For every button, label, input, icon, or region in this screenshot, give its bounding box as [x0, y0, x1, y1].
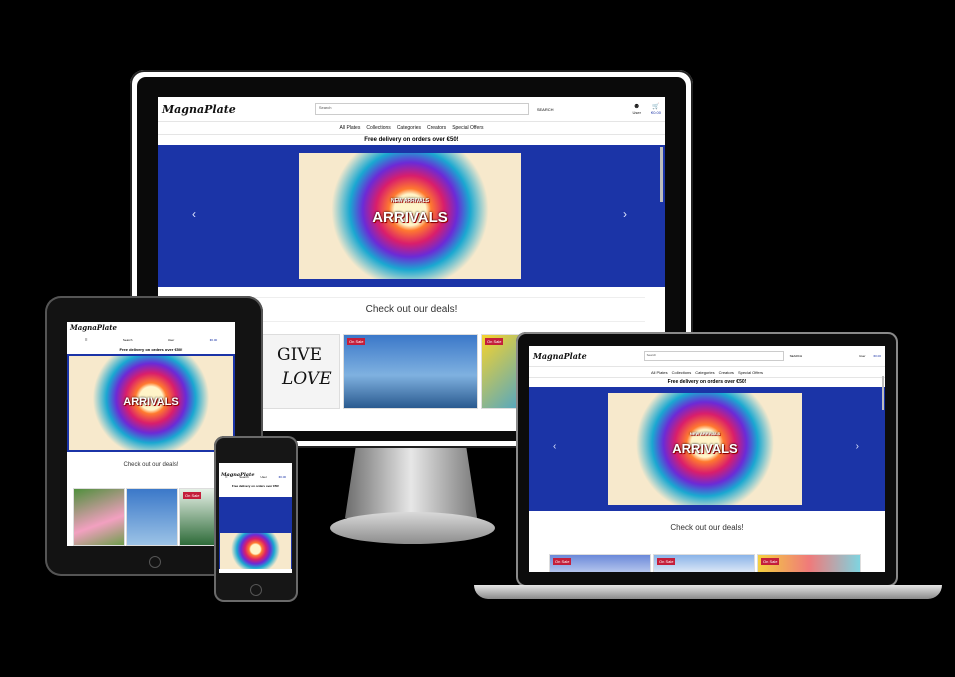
user-label[interactable]: User	[859, 354, 865, 358]
hero-carousel: ARRIVALS NEW ARRIVALS ‹ ›	[529, 387, 885, 511]
hero-image: ARRIVALS	[69, 356, 233, 450]
nav-creators[interactable]: Creators	[719, 370, 734, 375]
hero-subtitle: NEW ARRIVALS	[390, 198, 430, 204]
nav-categories[interactable]: Categories	[397, 125, 421, 131]
deal-card[interactable]	[73, 488, 125, 546]
hero-carousel: ARRIVALS NEW ARRIVALS ‹ ›	[158, 145, 665, 287]
search-button[interactable]: SEARCH	[537, 107, 554, 112]
sale-badge: On Sale	[761, 558, 780, 565]
monitor-stand-neck	[345, 448, 477, 518]
deal-card[interactable]: On Sale	[653, 554, 755, 572]
main-nav: All Plates Collections Categories Creato…	[158, 122, 665, 135]
hero-carousel	[219, 497, 292, 569]
cart-icon: 🛒	[652, 104, 660, 110]
hero-title: ARRIVALS	[123, 396, 179, 408]
delivery-banner: Free delivery on orders over €50!	[119, 347, 183, 352]
menu-icon[interactable]: ☰	[85, 338, 88, 342]
deal-card[interactable]	[126, 488, 178, 546]
delivery-banner: Free delivery on orders over €50!	[667, 379, 747, 385]
site-header: MagnaPlate Search SEARCH User €0.00	[529, 346, 885, 367]
laptop-base	[474, 585, 942, 599]
deals-heading: Check out our deals!	[670, 523, 744, 532]
carousel-prev-icon[interactable]: ‹	[192, 207, 196, 221]
site-logo[interactable]: MagnaPlate	[70, 323, 117, 332]
deal-card[interactable]: On Sale	[343, 334, 478, 409]
user-label[interactable]: User	[261, 475, 267, 479]
cart-link[interactable]: 🛒 €0.00	[651, 103, 661, 115]
search-label[interactable]: Search	[239, 475, 249, 479]
sale-badge: On Sale	[553, 558, 572, 565]
hero-image: ARRIVALS NEW ARRIVALS	[299, 153, 521, 279]
nav-all-plates[interactable]: All Plates	[340, 125, 361, 131]
user-label: User	[632, 110, 641, 115]
site-logo[interactable]: MagnaPlate	[162, 103, 236, 116]
delivery-banner: Free delivery on orders over €50!	[231, 484, 280, 488]
site-logo[interactable]: MagnaPlate	[533, 351, 587, 361]
search-label[interactable]: Search	[123, 338, 133, 342]
sale-badge: On Sale	[485, 338, 504, 345]
delivery-banner: Free delivery on orders over €50!	[364, 137, 459, 143]
carousel-next-icon[interactable]: ›	[623, 207, 627, 221]
search-input[interactable]: Search	[314, 103, 529, 115]
tablet-home-button	[149, 556, 161, 568]
scrollbar[interactable]	[660, 147, 663, 202]
nav-creators[interactable]: Creators	[427, 125, 446, 131]
card-text: GIVE	[277, 345, 322, 365]
hero-image	[220, 533, 291, 569]
carousel-prev-icon[interactable]: ‹	[553, 441, 556, 452]
main-nav: All Plates Collections Categories Creato…	[529, 367, 885, 378]
deals-heading: Check out our deals!	[123, 462, 179, 468]
user-label[interactable]: User	[168, 338, 174, 342]
search-button[interactable]: SEARCH	[790, 354, 803, 358]
card-text: LOVE	[282, 369, 332, 389]
sale-badge: On Sale	[183, 492, 202, 499]
scrollbar[interactable]	[882, 376, 884, 410]
hero-subtitle: NEW ARRIVALS	[689, 431, 721, 436]
hero-title: ARRIVALS	[372, 209, 448, 226]
nav-all-plates[interactable]: All Plates	[651, 370, 668, 375]
deal-card[interactable]: On Sale	[757, 554, 861, 572]
phone-home-button	[250, 584, 262, 596]
nav-collections[interactable]: Collections	[672, 370, 692, 375]
hero-title: ARRIVALS	[672, 441, 738, 456]
cart-total[interactable]: €0.00	[873, 354, 881, 358]
cart-total[interactable]: €0.00	[210, 338, 218, 342]
cart-total: €0.00	[650, 110, 661, 115]
hero-carousel: ARRIVALS	[67, 354, 235, 452]
sale-badge: On Sale	[657, 558, 676, 565]
laptop-screen: MagnaPlate Search SEARCH User €0.00 All …	[529, 346, 885, 572]
nav-special-offers[interactable]: Special Offers	[738, 370, 763, 375]
phone-screen: MagnaPlate ☰ Search User €0.00 Free deli…	[219, 463, 292, 573]
monitor-stand-base	[330, 512, 495, 544]
nav-categories[interactable]: Categories	[695, 370, 714, 375]
nav-special-offers[interactable]: Special Offers	[452, 125, 483, 131]
user-icon: ☻	[633, 103, 641, 110]
site-header: MagnaPlate Search SEARCH ☻ User 🛒 €0.00	[158, 97, 665, 122]
cart-total[interactable]: €0.00	[279, 475, 287, 479]
sale-badge: On Sale	[347, 338, 366, 345]
site-header: MagnaPlate	[67, 322, 235, 333]
nav-collections[interactable]: Collections	[366, 125, 390, 131]
hero-image: ARRIVALS NEW ARRIVALS	[608, 393, 802, 505]
carousel-next-icon[interactable]: ›	[856, 441, 859, 452]
menu-icon[interactable]: ☰	[225, 475, 228, 479]
tablet-screen: MagnaPlate ☰ Search User €0.00 Free deli…	[67, 322, 235, 546]
search-input[interactable]: Search	[643, 351, 784, 361]
deal-card[interactable]: On Sale	[549, 554, 651, 572]
user-link[interactable]: ☻ User	[633, 103, 641, 115]
